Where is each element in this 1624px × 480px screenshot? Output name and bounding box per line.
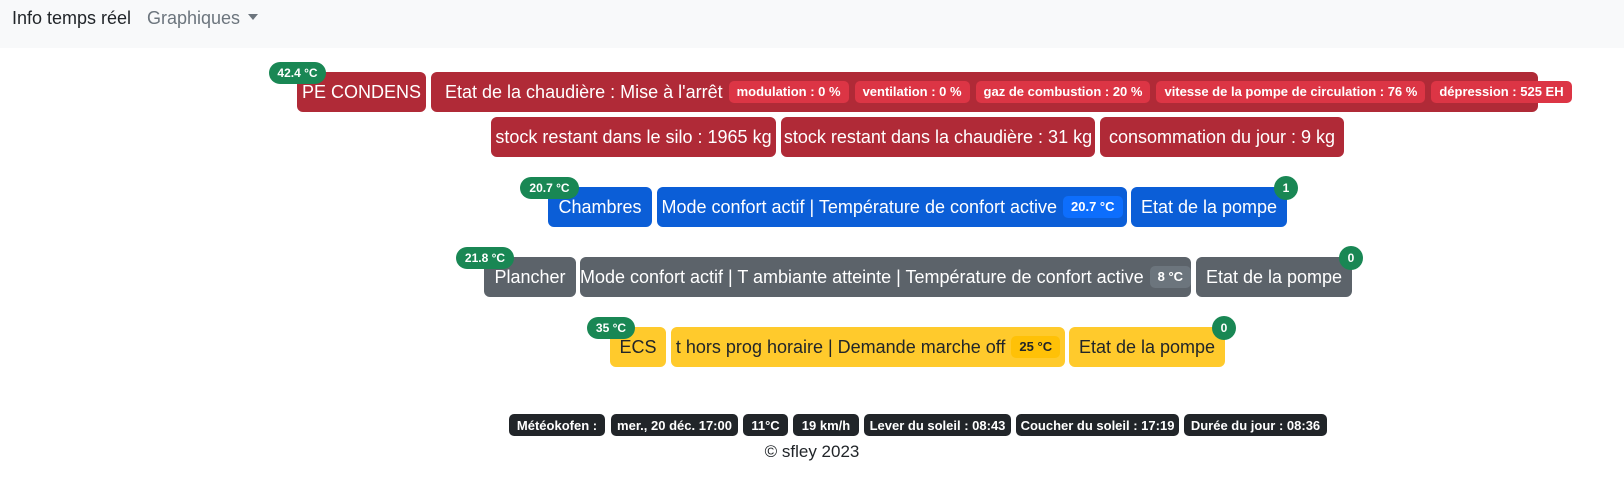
navbar-brand[interactable]: Info temps réel (12, 8, 131, 29)
stock-boiler-button[interactable]: stock restant dans la chaudière : 31 kg (781, 117, 1095, 157)
plancher-pump-label: Etat de la pompe (1205, 266, 1343, 287)
chambres-pump-label: Etat de la pompe (1140, 196, 1278, 217)
pump-speed-badge: vitesse de la pompe de circulation : 76 … (1156, 81, 1426, 103)
depression-badge: dépression : 525 EH (1431, 81, 1572, 103)
weather-sunset-badge: Coucher du soleil : 17:19 (1016, 414, 1179, 436)
consumption-label: consommation du jour : 9 kg (1108, 126, 1336, 147)
circuit-ecs-name: ECS (619, 336, 657, 357)
stock-silo-label: stock restant dans le silo : 1965 kg (495, 126, 772, 147)
chambres-mode-temp-badge: 20.7 °C (1063, 196, 1123, 218)
plancher-pump-button[interactable]: Etat de la pompe (1196, 257, 1352, 297)
chambres-pump-button[interactable]: Etat de la pompe (1131, 187, 1287, 227)
navbar: Info temps réel Graphiques (0, 0, 1624, 48)
chambres-temp-badge: 20.7 °C (520, 177, 579, 199)
weather-temperature-badge: 11°C (743, 414, 788, 436)
weather-label-badge: Météokofen : (509, 414, 605, 436)
chambres-mode-label: Mode confort actif | Température de conf… (661, 196, 1058, 217)
graphiques-dropdown[interactable]: Graphiques (147, 8, 259, 29)
chambres-mode-button[interactable]: Mode confort actif | Température de conf… (657, 187, 1127, 227)
ecs-pump-button[interactable]: Etat de la pompe (1069, 327, 1225, 367)
ecs-mode-button[interactable]: t hors prog horaire | Demande marche off… (671, 327, 1065, 367)
caret-down-icon (248, 14, 259, 21)
weather-wind-badge: 19 km/h (793, 414, 859, 436)
boiler-temp-badge: 42.4 °C (269, 62, 326, 84)
boiler-state-button[interactable]: Etat de la chaudière : Mise à l'arrêt mo… (431, 72, 1572, 112)
plancher-mode-temp-badge: 8 °C (1149, 266, 1192, 288)
circuit-chambres-name: Chambres (558, 196, 642, 217)
ecs-pump-label: Etat de la pompe (1078, 336, 1216, 357)
stock-boiler-label: stock restant dans la chaudière : 31 kg (783, 126, 1093, 147)
weather-day-length-badge: Durée du jour : 08:36 (1184, 414, 1327, 436)
footer-copyright: © sfley 2023 (764, 442, 860, 461)
consumption-button[interactable]: consommation du jour : 9 kg (1100, 117, 1344, 157)
plancher-pump-badge: 0 (1339, 246, 1363, 270)
plancher-temp-badge: 21.8 °C (456, 247, 514, 269)
plancher-mode-button[interactable]: Mode confort actif | T ambiante atteinte… (579, 257, 1192, 297)
circuit-plancher-name: Plancher (494, 266, 566, 287)
ecs-mode-temp-badge: 25 °C (1011, 336, 1061, 358)
ventilation-badge: ventilation : 0 % (854, 81, 970, 103)
chambres-pump-badge: 1 (1274, 176, 1298, 200)
ecs-mode-label: t hors prog horaire | Demande marche off (675, 336, 1006, 357)
graphiques-dropdown-label: Graphiques (147, 8, 241, 28)
stock-silo-button[interactable]: stock restant dans le silo : 1965 kg (491, 117, 776, 157)
weather-sunrise-badge: Lever du soleil : 08:43 (864, 414, 1011, 436)
plancher-mode-label: Mode confort actif | T ambiante atteinte… (579, 266, 1144, 287)
ecs-pump-badge: 0 (1212, 316, 1236, 340)
weather-datetime-badge: mer., 20 déc. 17:00 (611, 414, 738, 436)
ecs-temp-badge: 35 °C (587, 317, 635, 339)
modulation-badge: modulation : 0 % (728, 81, 849, 103)
boiler-name: PE CONDENS (301, 81, 422, 102)
combustion-gas-badge: gaz de combustion : 20 % (975, 81, 1151, 103)
boiler-state-label: Etat de la chaudière : Mise à l'arrêt (445, 81, 723, 102)
